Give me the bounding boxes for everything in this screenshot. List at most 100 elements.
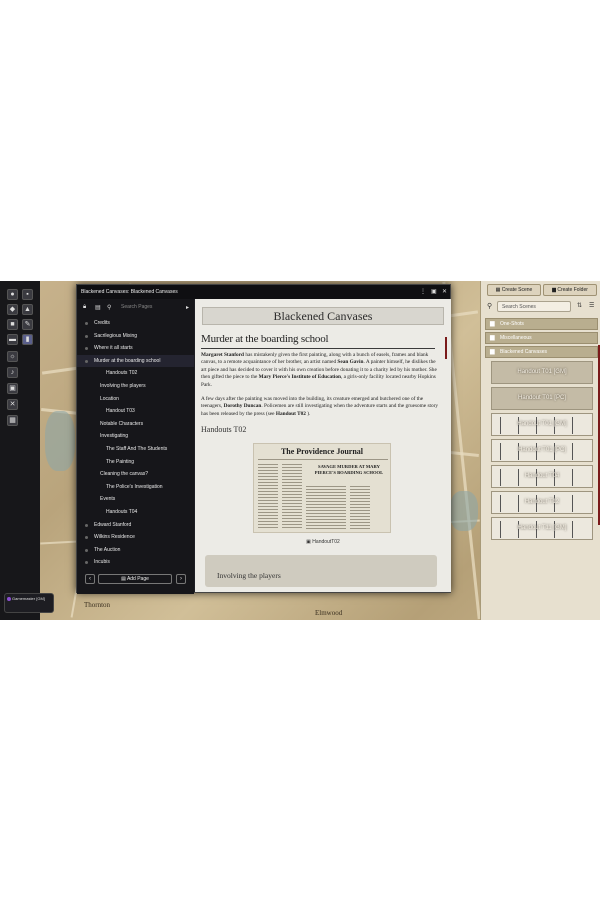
region-tool-icon[interactable]: ▣ [7,383,18,394]
newspaper-text-line [282,500,302,501]
toc-item-label: Incubis [94,559,110,566]
newspaper-text-line [282,488,302,489]
scene-label: Handout T04 [524,473,560,479]
newspaper-text-line [282,506,302,507]
create-scene-button[interactable]: ▦ Create Scene [487,284,541,296]
newspaper-text-line [306,519,346,520]
toc-item[interactable]: Incubis [77,556,194,569]
toc-item[interactable]: Investigating [77,430,194,443]
toc-item[interactable]: Where it all starts [77,342,194,355]
collapse-icon[interactable]: ▤ [95,304,101,311]
clear-tool-icon[interactable]: ✕ [7,399,18,410]
scene-folder[interactable]: ▆ One-Shots [485,318,598,330]
next-page-button[interactable]: › [176,574,186,584]
scene-thumbnail[interactable]: Handout T01 [PC] [491,439,593,462]
menu-dots-icon[interactable]: ⋮ [420,288,426,296]
toc-item[interactable]: Wilkins Residence [77,531,194,544]
journal-header[interactable]: Blackened Canvases: Blackened Canvases ⋮… [77,285,450,299]
newspaper-text-line [350,525,370,526]
image-caption: ▣ HandoutT02 [306,539,340,545]
scene-thumbnail[interactable]: Handout T01 [PC] [491,387,593,410]
newspaper-text-line [258,494,278,495]
toc-item[interactable]: Cleaning the canvas? [77,468,194,481]
toc-item-label: Sacrilegious Mixing [94,332,138,339]
toc-item[interactable]: Credits [77,317,194,330]
token-tool-icon[interactable]: ● [7,289,18,300]
chevron-right-icon[interactable]: ▸ [186,304,189,311]
measure-tool-icon[interactable]: ◆ [7,304,18,315]
toc-toolbar: 🔒︎ ▤ ⚲ Search Pages ▸ [77,299,194,317]
sound-tool-icon[interactable]: ♪ [7,367,18,378]
newspaper-text-line [350,495,370,496]
ruler-tool-icon[interactable]: ▲ [22,304,33,315]
newspaper-text-line [282,518,302,519]
folder-icon: ▆ [490,335,495,341]
newspaper-text-line [350,486,370,487]
sort-icon[interactable]: ⇅ [577,302,582,309]
grid-tool-icon[interactable]: ▦ [7,415,18,426]
toc-item-label: Events [100,496,116,503]
toc-item[interactable]: Sacrilegious Mixing [77,330,194,343]
newspaper-text-line [258,518,278,519]
select-tool-icon[interactable]: ▪ [22,289,33,300]
toc-item[interactable]: The Police's Investigation [77,481,194,494]
search-scenes-input[interactable]: Search Scenes [497,301,571,312]
journal-window[interactable]: Blackened Canvases: Blackened Canvases ⋮… [76,284,451,594]
newspaper-text-line [350,510,370,511]
toc-item[interactable]: Edward Stanford [77,519,194,532]
newspaper-text-line [258,491,278,492]
toc-item[interactable]: Events [77,493,194,506]
newspaper-text-line [350,522,370,523]
toc-item[interactable]: The Painting [77,456,194,469]
toc-item[interactable]: Handouts T04 [77,506,194,519]
wall-tool-icon[interactable]: ▬ [7,334,18,345]
newspaper-text-line [258,497,278,498]
light-tool-icon[interactable]: ☼ [7,351,18,362]
search-icon: ⚲ [487,303,493,310]
scene-thumbnail[interactable]: Handout T11 [GM] [491,517,593,540]
scene-thumbnail[interactable]: Handout T01 [GM] [491,361,593,384]
scene-thumbnail[interactable]: Handout T04 [491,465,593,488]
toc-item[interactable]: Murder at the boarding school [77,354,194,368]
lock-icon[interactable]: 🔒︎ [83,304,86,311]
newspaper-text-line [282,473,302,474]
handout-link[interactable]: Handout T02 [276,411,306,417]
page-scrollbar[interactable] [445,337,447,359]
note-tool-icon[interactable]: ▮ [22,334,33,345]
draw-tool-icon[interactable]: ✎ [22,319,33,330]
toc-item[interactable]: Location [77,393,194,406]
screenshot-region: Thornton Elmwood ● ▪ ◆ ▲ ■ ✎ ▬ ▮ ☼ ♪ ▣ ✕… [0,281,600,620]
toc-item[interactable]: Notable Characters [77,418,194,431]
tile-tool-icon[interactable]: ■ [7,319,18,330]
create-folder-button[interactable]: ▆ Create Folder [543,284,597,296]
paragraph-2: A few days after the painting was moved … [201,396,439,417]
journal-page[interactable]: Blackened Canvases Murder at the boardin… [195,299,451,592]
toc-item[interactable]: The Staff And The Students [77,443,194,456]
prev-page-button[interactable]: ‹ [85,574,95,584]
close-icon[interactable]: ✕ [442,288,447,296]
toc-item[interactable]: Handout T03 [77,405,194,418]
toc-item-label: The Painting [106,458,135,465]
add-page-button[interactable]: ▤ Add Page [98,574,172,584]
scene-label: Handout T01 [PC] [518,447,566,453]
newspaper-image[interactable]: The Providence Journal SAVAGE MURDER AT … [253,443,391,533]
search-pages-input[interactable]: Search Pages [121,304,152,310]
newspaper-text-line [282,515,302,516]
folder-icon: ▆ [490,349,495,355]
collapse-all-icon[interactable]: ☰ [589,302,594,309]
newspaper-rule [258,459,388,460]
folder-label: Miscellaneous [500,335,532,341]
toc-item[interactable]: The Auction [77,544,194,557]
newspaper-text-line [282,470,302,471]
scene-thumbnail[interactable]: Handout T01 [GM] [491,413,593,436]
players-list[interactable]: Gamemaster [GM] [4,593,54,613]
toc-item[interactable]: Involving the players [77,380,194,393]
scene-folder[interactable]: ▆ Blackened Canvases [485,346,598,358]
newspaper-text-line [306,522,346,523]
scene-label: Handout T12 [524,499,560,505]
scene-thumbnail[interactable]: Handout T12 [491,491,593,514]
newspaper-text-line [350,492,370,493]
scene-folder[interactable]: ▆ Miscellaneous [485,332,598,344]
toc-item[interactable]: Handouts T02 [77,367,194,380]
popout-icon[interactable]: ▣ [431,288,437,296]
